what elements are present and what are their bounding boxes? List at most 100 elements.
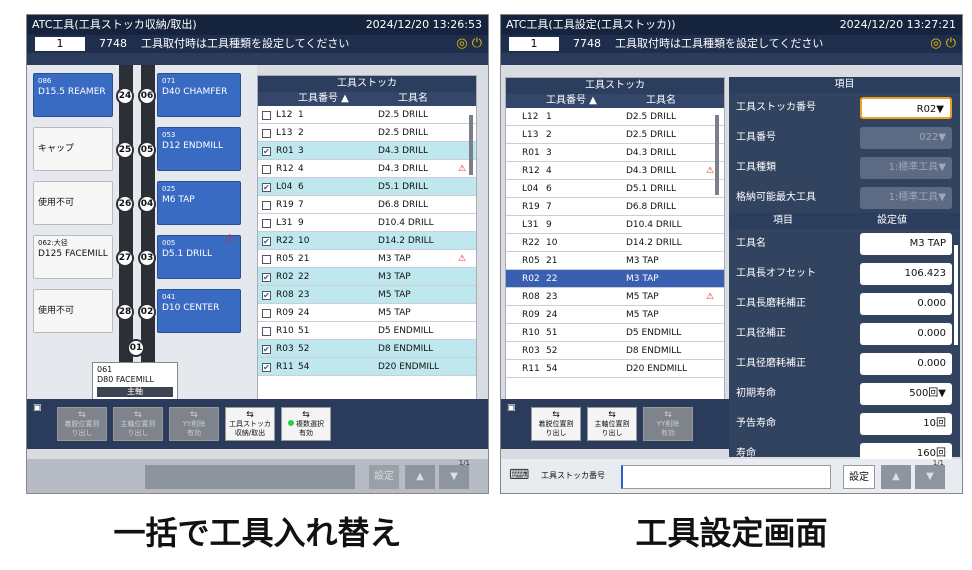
alarm-icons[interactable]: ◎ ⏻ [930, 35, 956, 53]
row-checkbox[interactable]: ✔ [262, 237, 271, 246]
row-checkbox[interactable]: ✔ [262, 183, 271, 192]
function-button[interactable]: ⇆ 着脱位置割 り出し [531, 407, 581, 441]
setting-field[interactable]: R02▼ [860, 97, 952, 119]
col-tool-number[interactable]: 工具番号 ▲ [298, 92, 349, 106]
set-button[interactable]: 設定 [369, 465, 399, 489]
table-row[interactable]: L31 9 D10.4 DRILL [258, 214, 476, 232]
row-checkbox[interactable] [262, 219, 271, 228]
table-scrollbar[interactable] [715, 115, 719, 195]
tool-pot-card[interactable]: 使用不可 [33, 289, 113, 333]
tool-pot-card[interactable]: 071 D40 CHAMFER [157, 73, 241, 117]
setting-row[interactable]: 工具長オフセット 106.423 [729, 259, 960, 289]
row-checkbox[interactable]: ✔ [262, 273, 271, 282]
table-row[interactable]: R02 22 M3 TAP [506, 270, 724, 288]
row-checkbox[interactable] [262, 255, 271, 264]
setting-row[interactable]: 予告寿命 10回 [729, 409, 960, 439]
row-checkbox[interactable] [262, 111, 271, 120]
table-row[interactable]: ✔ L04 6 D5.1 DRILL [258, 178, 476, 196]
page-down-button[interactable]: ▼ [439, 465, 469, 489]
table-row[interactable]: L12 1 D2.5 DRILL [258, 106, 476, 124]
keyboard-icon[interactable]: ⌨ [509, 467, 529, 483]
settings-scrollbar[interactable] [954, 245, 958, 345]
setting-row[interactable]: 工具径磨耗補正 0.000 [729, 349, 960, 379]
page-up-button[interactable]: ▲ [881, 465, 911, 489]
setting-field[interactable]: 10回 [860, 413, 952, 435]
row-checkbox[interactable] [262, 309, 271, 318]
row-checkbox[interactable] [262, 129, 271, 138]
setting-field[interactable]: M3 TAP [860, 233, 952, 255]
tool-pot-card[interactable]: キャップ [33, 127, 113, 171]
function-button[interactable]: ⇆ 主軸位置割 り出し [587, 407, 637, 441]
tool-pot-card[interactable]: 041 D10 CENTER [157, 289, 241, 333]
table-row[interactable]: R19 7 D6.8 DRILL [506, 198, 724, 216]
table-row[interactable]: ✔ R01 3 D4.3 DRILL [258, 142, 476, 160]
setting-row[interactable]: 格納可能最大工具 1:標準工具▼ [729, 183, 960, 213]
setting-field[interactable]: 0.000 [860, 293, 952, 315]
table-row[interactable]: R12 4 D4.3 DRILL ⚠ [258, 160, 476, 178]
function-button[interactable]: ⇆ YY削除 有効 [169, 407, 219, 441]
table-row[interactable]: R05 21 M3 TAP [506, 252, 724, 270]
table-row[interactable]: R22 10 D14.2 DRILL [506, 234, 724, 252]
table-row[interactable]: R09 24 M5 TAP [258, 304, 476, 322]
setting-row[interactable]: 工具名 M3 TAP [729, 229, 960, 259]
row-checkbox[interactable]: ✔ [262, 363, 271, 372]
row-checkbox[interactable]: ✔ [262, 147, 271, 156]
row-checkbox[interactable]: ✔ [262, 291, 271, 300]
table-row[interactable]: ✔ R02 22 M3 TAP [258, 268, 476, 286]
setting-row[interactable]: 工具ストッカ番号 R02▼ [729, 93, 960, 123]
setting-row[interactable]: 工具番号 022▼ [729, 123, 960, 153]
table-row[interactable]: R03 52 D8 ENDMILL [506, 342, 724, 360]
table-row[interactable]: ✔ R11 54 D20 ENDMILL [258, 358, 476, 376]
col-tool-number[interactable]: 工具番号 ▲ [546, 94, 597, 108]
table-row[interactable]: R11 54 D20 ENDMILL [506, 360, 724, 378]
tool-pot-card[interactable]: 086 D15.5 REAMER [33, 73, 113, 117]
stocker-number-input[interactable] [621, 465, 831, 489]
table-row[interactable]: R10 51 D5 ENDMILL [258, 322, 476, 340]
table-scrollbar[interactable] [469, 115, 473, 175]
table-row[interactable]: ✔ R22 10 D14.2 DRILL [258, 232, 476, 250]
table-row[interactable]: ✔ R03 52 D8 ENDMILL [258, 340, 476, 358]
setting-row[interactable]: 工具径補正 0.000 [729, 319, 960, 349]
setting-field[interactable]: 022▼ [860, 127, 952, 149]
set-button[interactable]: 設定 [843, 465, 875, 489]
table-row[interactable]: R05 21 M3 TAP ⚠ [258, 250, 476, 268]
table-row[interactable]: R08 23 M5 TAP ⚠ [506, 288, 724, 306]
function-button[interactable]: ⇆ 複数選択 有効 [281, 407, 331, 441]
table-row[interactable]: R01 3 D4.3 DRILL [506, 144, 724, 162]
setting-row[interactable]: 工具長磨耗補正 0.000 [729, 289, 960, 319]
table-row[interactable]: R10 51 D5 ENDMILL [506, 324, 724, 342]
setting-field[interactable]: 1:標準工具▼ [860, 157, 952, 179]
function-button[interactable]: ⇆ 主軸位置割 り出し [113, 407, 163, 441]
setting-field[interactable]: 1:標準工具▼ [860, 187, 952, 209]
setting-field[interactable]: 0.000 [860, 353, 952, 375]
row-checkbox[interactable] [262, 327, 271, 336]
table-row[interactable]: L13 2 D2.5 DRILL [506, 126, 724, 144]
table-row[interactable]: R19 7 D6.8 DRILL [258, 196, 476, 214]
tool-pot-card[interactable]: 053 D12 ENDMILL [157, 127, 241, 171]
setting-row[interactable]: 工具種類 1:標準工具▼ [729, 153, 960, 183]
setting-field[interactable]: 0.000 [860, 323, 952, 345]
table-row[interactable]: L04 6 D5.1 DRILL [506, 180, 724, 198]
table-row[interactable]: R09 24 M5 TAP [506, 306, 724, 324]
function-button[interactable]: ⇆ 着脱位置割 り出し [57, 407, 107, 441]
row-checkbox[interactable] [262, 201, 271, 210]
setting-field[interactable]: 500回▼ [860, 383, 952, 405]
table-row[interactable]: L31 9 D10.4 DRILL [506, 216, 724, 234]
row-checkbox[interactable]: ✔ [262, 345, 271, 354]
function-button[interactable]: ⇆ YY削除 有効 [643, 407, 693, 441]
tool-pot-card[interactable]: 062:大径 D125 FACEMILL [33, 235, 113, 279]
table-row[interactable]: L12 1 D2.5 DRILL [506, 108, 724, 126]
setting-field[interactable]: 106.423 [860, 263, 952, 285]
tool-pot-card[interactable]: 使用不可 [33, 181, 113, 225]
table-row[interactable]: R12 4 D4.3 DRILL ⚠ [506, 162, 724, 180]
setting-row[interactable]: 初期寿命 500回▼ [729, 379, 960, 409]
table-row[interactable]: L13 2 D2.5 DRILL [258, 124, 476, 142]
footer-input[interactable] [145, 465, 355, 489]
row-checkbox[interactable] [262, 165, 271, 174]
function-button[interactable]: ⇆ 工具ストッカ 収納/取出 [225, 407, 275, 441]
tool-pot-card[interactable]: 025 M6 TAP [157, 181, 241, 225]
table-row[interactable]: ✔ R08 23 M5 TAP [258, 286, 476, 304]
alarm-icons[interactable]: ◎ ⏻ [456, 35, 482, 53]
page-down-button[interactable]: ▼ [915, 465, 945, 489]
page-up-button[interactable]: ▲ [405, 465, 435, 489]
